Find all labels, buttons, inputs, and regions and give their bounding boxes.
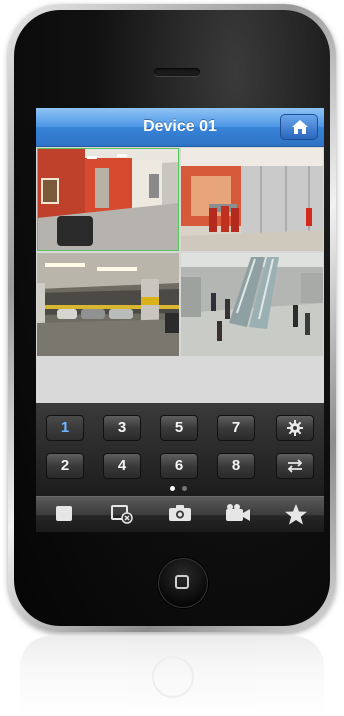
settings-button[interactable] <box>276 415 314 441</box>
record-video-icon <box>226 504 250 521</box>
home-square-icon <box>175 575 189 589</box>
camera-view-3[interactable] <box>37 253 179 356</box>
snapshot-button[interactable] <box>166 503 194 527</box>
app-screen: Device 01 1 3 5 7 2 4 6 8 <box>36 108 324 532</box>
stop-icon <box>56 506 72 521</box>
channel-key-7[interactable]: 7 <box>217 415 255 441</box>
snapshot-camera-icon <box>169 505 191 521</box>
channel-key-4[interactable]: 4 <box>103 453 141 479</box>
channel-key-3[interactable]: 3 <box>103 415 141 441</box>
phone-home-button[interactable] <box>158 558 208 608</box>
favorite-star-icon <box>285 504 307 525</box>
navigation-bar: Device 01 <box>36 108 324 147</box>
phone-reflection <box>20 636 324 716</box>
channel-key-2[interactable]: 2 <box>46 453 84 479</box>
channel-keypad: 1 3 5 7 2 4 6 8 <box>36 403 324 496</box>
channel-key-6[interactable]: 6 <box>160 453 198 479</box>
swap-view-button[interactable] <box>276 453 314 479</box>
camera-view-4[interactable] <box>181 253 323 356</box>
stop-button[interactable] <box>50 503 78 527</box>
home-button[interactable] <box>280 114 318 140</box>
home-icon <box>292 120 308 134</box>
gear-icon <box>287 420 303 436</box>
earpiece-speaker <box>154 68 200 76</box>
favorite-button[interactable] <box>282 503 310 527</box>
swap-arrows-icon <box>287 459 303 473</box>
bottom-toolbar <box>36 496 324 532</box>
close-view-button[interactable] <box>108 503 136 527</box>
camera-view-1[interactable] <box>37 148 179 251</box>
page-dot-active <box>170 486 175 491</box>
record-button[interactable] <box>224 503 252 527</box>
empty-panel <box>36 357 324 403</box>
camera-view-2[interactable] <box>181 148 323 251</box>
close-view-icon <box>111 505 133 524</box>
page-dot <box>182 486 187 491</box>
channel-key-5[interactable]: 5 <box>160 415 198 441</box>
reflection-home-ring <box>152 656 194 698</box>
camera-grid <box>36 147 324 357</box>
channel-key-1[interactable]: 1 <box>46 415 84 441</box>
channel-key-8[interactable]: 8 <box>217 453 255 479</box>
